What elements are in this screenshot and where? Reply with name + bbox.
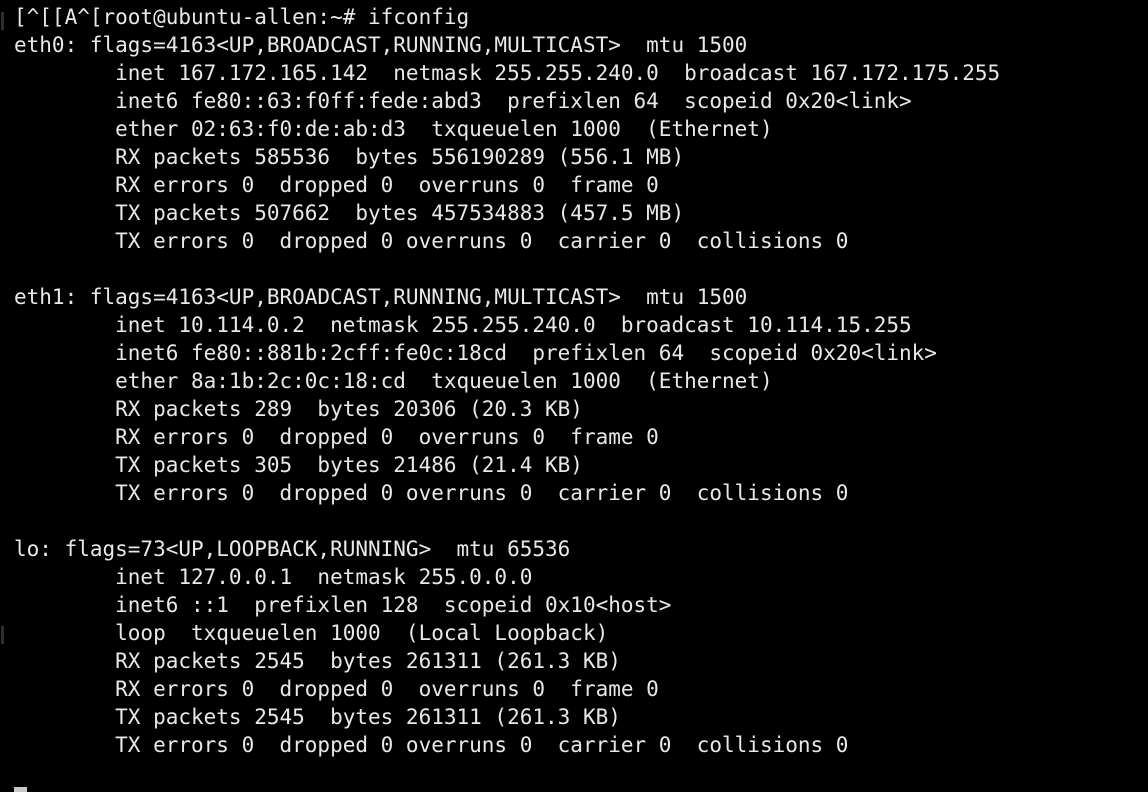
- output-line: TX errors 0 dropped 0 overruns 0 carrier…: [14, 481, 849, 505]
- output-line: inet 10.114.0.2 netmask 255.255.240.0 br…: [14, 313, 912, 337]
- output-line: inet 127.0.0.1 netmask 255.0.0.0: [14, 565, 533, 589]
- output-line: RX errors 0 dropped 0 overruns 0 frame 0: [14, 425, 659, 449]
- output-line: inet 167.172.165.142 netmask 255.255.240…: [14, 61, 1001, 85]
- output-line: TX errors 0 dropped 0 overruns 0 carrier…: [14, 733, 849, 757]
- output-line: inet6 fe80::63:f0ff:fede:abd3 prefixlen …: [14, 89, 912, 113]
- interface-header-eth1: eth1: flags=4163<UP,BROADCAST,RUNNING,MU…: [14, 285, 748, 309]
- output-line: loop txqueuelen 1000 (Local Loopback): [14, 621, 609, 645]
- output-line: TX packets 2545 bytes 261311 (261.3 KB): [14, 705, 621, 729]
- output-line: TX packets 305 bytes 21486 (21.4 KB): [14, 453, 583, 477]
- text-cursor: [14, 787, 27, 792]
- output-line: inet6 ::1 prefixlen 128 scopeid 0x10<hos…: [14, 593, 672, 617]
- interface-header-lo: lo: flags=73<UP,LOOPBACK,RUNNING> mtu 65…: [14, 537, 571, 561]
- output-line: RX packets 2545 bytes 261311 (261.3 KB): [14, 649, 621, 673]
- output-line: RX errors 0 dropped 0 overruns 0 frame 0: [14, 677, 659, 701]
- output-line: RX packets 585536 bytes 556190289 (556.1…: [14, 145, 685, 169]
- output-line: TX errors 0 dropped 0 overruns 0 carrier…: [14, 229, 849, 253]
- output-line: inet6 fe80::881b:2cff:fe0c:18cd prefixle…: [14, 341, 937, 365]
- output-line: ether 02:63:f0:de:ab:d3 txqueuelen 1000 …: [14, 117, 773, 141]
- terminal-output: [^[[A^[root@ubuntu-allen:~# ifconfig eth…: [14, 3, 1000, 787]
- output-line: ether 8a:1b:2c:0c:18:cd txqueuelen 1000 …: [14, 369, 773, 393]
- prompt-line[interactable]: [14, 787, 27, 792]
- terminal-window[interactable]: [^[[A^[root@ubuntu-allen:~# ifconfig eth…: [0, 0, 1148, 792]
- scroll-marker: [1, 626, 4, 644]
- output-line: RX errors 0 dropped 0 overruns 0 frame 0: [14, 173, 659, 197]
- output-line: TX packets 507662 bytes 457534883 (457.5…: [14, 201, 685, 225]
- scroll-marker: [1, 12, 4, 30]
- command-line: [^[[A^[root@ubuntu-allen:~# ifconfig: [14, 5, 470, 29]
- interface-header-eth0: eth0: flags=4163<UP,BROADCAST,RUNNING,MU…: [14, 33, 748, 57]
- output-line: RX packets 289 bytes 20306 (20.3 KB): [14, 397, 583, 421]
